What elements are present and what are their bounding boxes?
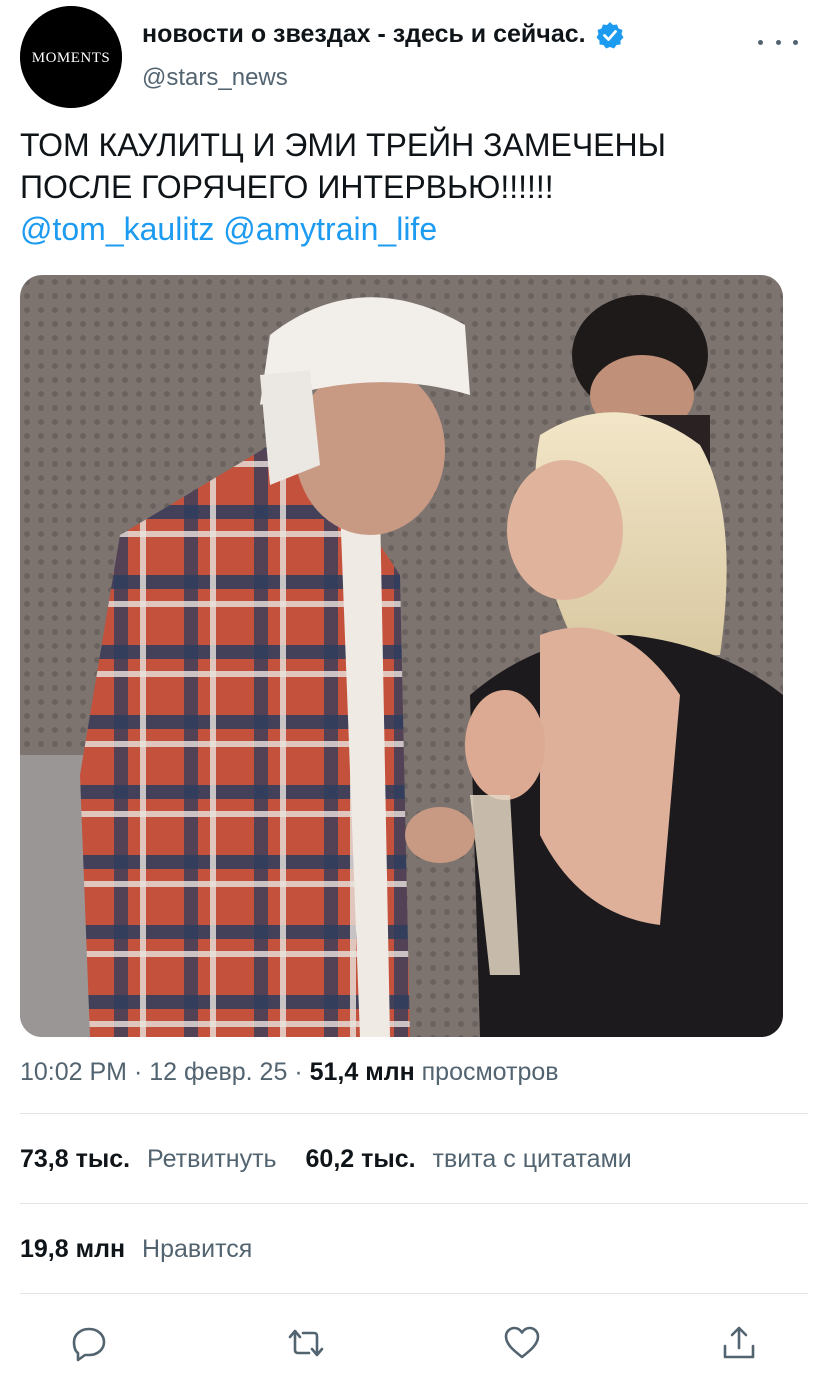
- views-count: 51,4 млн: [309, 1058, 415, 1086]
- avatar-logo: MOMENTS: [20, 6, 122, 108]
- avatar-logo-text: MOMENTS: [32, 50, 111, 66]
- tweet-meta: 10:02 PM · 12 февр. 25 · 51,4 млн просмо…: [20, 1058, 559, 1087]
- display-name[interactable]: новости о звездах - здесь и сейчас.: [142, 20, 586, 49]
- mention-link-tom[interactable]: @tom_kaulitz: [20, 211, 214, 247]
- meta-separator: ·: [133, 1058, 150, 1086]
- reply-icon: [72, 1327, 106, 1362]
- divider: [20, 1203, 808, 1204]
- heart-icon: [504, 1326, 540, 1359]
- meta-separator: ·: [294, 1058, 310, 1086]
- retweet-icon: [288, 1329, 324, 1357]
- mention-link-amy[interactable]: @amytrain_life: [223, 211, 437, 247]
- display-name-row: новости о звездах - здесь и сейчас.: [142, 20, 624, 49]
- retweet-quote-stats: 73,8 тыс. Ретвитнуть 60,2 тыс. твита с ц…: [20, 1145, 632, 1174]
- avatar[interactable]: MOMENTS: [20, 6, 122, 108]
- verified-badge-icon: [596, 21, 624, 49]
- retweets-count[interactable]: 73,8 тыс.: [20, 1145, 130, 1173]
- share-icon: [723, 1326, 755, 1359]
- retweet-button[interactable]: [281, 1318, 331, 1368]
- retweets-label[interactable]: Ретвитнуть: [147, 1145, 277, 1173]
- tweet-text-line-2: ПОСЛЕ ГОРЯЧЕГО ИНТЕРВЬЮ!!!!!!: [20, 169, 554, 205]
- tweet-date[interactable]: 12 февр. 25: [149, 1058, 287, 1086]
- tweet-header: MOMENTS новости о звездах - здесь и сейч…: [20, 6, 808, 110]
- likes-label[interactable]: Нравится: [142, 1235, 252, 1263]
- quotes-count[interactable]: 60,2 тыс.: [306, 1145, 416, 1173]
- tweet-photo[interactable]: [20, 275, 783, 1037]
- views-label: просмотров: [421, 1058, 559, 1086]
- share-button[interactable]: [714, 1318, 764, 1368]
- likes-stats: 19,8 млн Нравится: [20, 1235, 252, 1264]
- like-button[interactable]: [497, 1318, 547, 1368]
- reply-button[interactable]: [64, 1318, 114, 1368]
- quotes-label[interactable]: твита с цитатами: [433, 1145, 632, 1173]
- tweet-time[interactable]: 10:02 PM: [20, 1058, 127, 1086]
- more-icon[interactable]: [758, 32, 798, 52]
- tweet-actions: [20, 1318, 808, 1368]
- likes-count[interactable]: 19,8 млн: [20, 1235, 125, 1263]
- tweet-text: ТОМ КАУЛИТЦ И ЭМИ ТРЕЙН ЗАМЕЧЕНЫ ПОСЛЕ Г…: [20, 124, 800, 250]
- tweet-text-line-1: ТОМ КАУЛИТЦ И ЭМИ ТРЕЙН ЗАМЕЧЕНЫ: [20, 127, 666, 163]
- divider: [20, 1293, 808, 1294]
- divider: [20, 1113, 808, 1114]
- user-handle[interactable]: @stars_news: [142, 64, 288, 92]
